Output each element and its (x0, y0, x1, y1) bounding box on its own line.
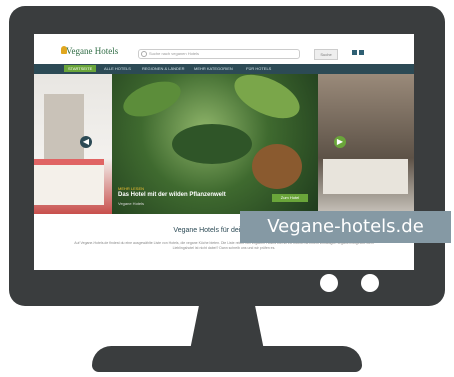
search-placeholder: Suche nach veganen Hotels (149, 51, 200, 56)
leaf (118, 74, 186, 124)
hero-caption-tag: MEHR LESEN (118, 186, 145, 191)
nav-item-categories[interactable]: MEHR KATEGORIEN (194, 66, 233, 71)
site-header: Vegane Hotels Suche nach veganen Hotels … (34, 34, 414, 64)
search-icon (141, 51, 147, 57)
hero-slider: ◀ ▶ MEHR LESEN Das Hotel mit der wilden … (34, 65, 414, 214)
room-wall (44, 94, 84, 164)
monitor-button (320, 274, 338, 292)
search-input[interactable]: Suche nach veganen Hotels (138, 49, 300, 59)
slider-next-icon[interactable]: ▶ (334, 136, 346, 148)
monitor-stand-base (92, 346, 362, 372)
main-nav: STARTSEITE ALLE HOTELS REGIONEN & LÄNDER… (34, 64, 414, 74)
leaf (172, 124, 252, 164)
search-button[interactable]: Suche (314, 49, 338, 60)
nav-item-home[interactable]: STARTSEITE (64, 65, 97, 72)
monitor-stand-neck (190, 306, 264, 350)
hero-caption-title[interactable]: Das Hotel mit der wilden Pflanzenwelt (118, 192, 226, 198)
nav-item-regions[interactable]: REGIONEN & LÄNDER (142, 66, 184, 71)
instagram-icon[interactable] (359, 50, 364, 55)
hotel-bedroom-image (318, 74, 414, 214)
bed (34, 159, 104, 205)
monitor-button (361, 274, 379, 292)
site-url-label: Vegane-hotels.de (240, 211, 451, 243)
site-logo[interactable]: Vegane Hotels (66, 46, 118, 56)
hero-caption-subtitle: Vegane Hotels (118, 201, 145, 206)
nav-item-hotels[interactable]: ALLE HOTELS (104, 66, 131, 71)
leaf (227, 65, 307, 128)
facebook-icon[interactable] (352, 50, 357, 55)
slider-prev-icon[interactable]: ◀ (80, 136, 92, 148)
hero-cta-button[interactable]: Zum Hotel (272, 194, 308, 202)
hotel-room-image (34, 74, 112, 214)
tree-trunk (252, 144, 302, 189)
nav-item-for-hotels[interactable]: FÜR HOTELS (246, 66, 271, 71)
bed (323, 159, 408, 194)
